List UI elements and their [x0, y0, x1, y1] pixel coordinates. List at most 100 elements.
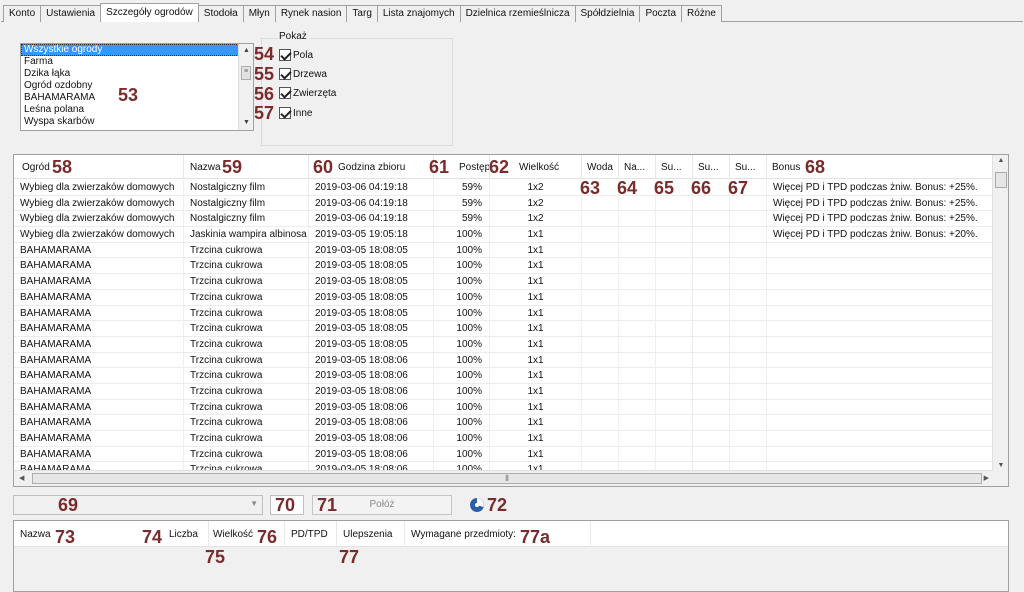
table-row[interactable]: BAHAMARAMA Trzcina cukrowa 2019-03-05 18:0… [14, 431, 994, 447]
column-header-required-items[interactable]: Wymagane przedmioty: [405, 521, 591, 547]
table-row[interactable]: BAHAMARAMA Trzcina cukrowa 2019-03-05 18:0… [14, 383, 994, 400]
table-row[interactable]: BAHAMARAMA Trzcina cukrowa 2019-03-05 18:0… [14, 352, 994, 369]
item-select-combobox[interactable]: ▼ [13, 495, 263, 515]
required-items-table[interactable]: Nazwa Liczba Wielkość PD/TPD Ulepszenia … [13, 520, 1009, 592]
tab-item[interactable]: Konto [3, 5, 42, 22]
table-cell [767, 431, 994, 446]
table-cell [730, 368, 767, 384]
scroll-down-icon[interactable]: ▼ [993, 462, 1008, 469]
table-cell: 1x1 [490, 227, 582, 243]
table-cell: 100% [434, 242, 490, 258]
scroll-right-icon[interactable]: ▶ [984, 474, 989, 482]
column-header-su-2[interactable]: Su... [693, 155, 730, 179]
show-trees-checkbox[interactable]: Drzewa [279, 67, 327, 81]
garden-list-item[interactable]: Leśna polana [21, 104, 239, 116]
scroll-thumb[interactable]: ≡ [241, 66, 251, 80]
garden-list-item[interactable]: Dzika łąka [21, 68, 239, 80]
chevron-down-icon[interactable]: ▼ [250, 499, 258, 508]
table-row[interactable]: BAHAMARAMA Trzcina cukrowa 2019-03-05 18:0… [14, 242, 994, 259]
annotation-63: 63 [580, 178, 601, 198]
table-row[interactable]: BAHAMARAMA Trzcina cukrowa 2019-03-05 18:0… [14, 415, 994, 431]
show-other-checkbox[interactable]: Inne [279, 106, 312, 120]
scroll-down-icon[interactable]: ▼ [239, 116, 253, 130]
tab-item[interactable]: Lista znajomych [376, 5, 461, 22]
table-cell: Więcej PD i TPD podczas żniw. Bonus: +25… [767, 211, 994, 227]
column-header-xp[interactable]: PD/TPD [285, 521, 337, 547]
table-row[interactable]: BAHAMARAMA Trzcina cukrowa 2019-03-05 18:0… [14, 289, 994, 306]
annotation-69: 69 [58, 495, 79, 515]
garden-list-item[interactable]: Farma [21, 56, 239, 68]
table-vertical-scrollbar[interactable]: ▲ ▼ [992, 155, 1008, 471]
checkbox-checked-icon[interactable] [279, 49, 291, 61]
table-row[interactable]: BAHAMARAMA Trzcina cukrowa 2019-03-05 18:0… [14, 258, 994, 275]
table-cell: 2019-03-06 04:19:18 [309, 195, 434, 211]
table-body: Wybieg dla zwierzaków domowych Nostalgicz… [14, 180, 994, 470]
checkbox-checked-icon[interactable] [279, 87, 291, 99]
garden-details-table[interactable]: Ogród Nazwa Godzina zbioru Postęp Wielkość Wo… [13, 154, 1009, 487]
table-cell [693, 211, 730, 227]
garden-list-item[interactable]: Wszystkie ogrody [21, 44, 239, 56]
table-cell: 2019-03-05 18:08:06 [309, 399, 434, 415]
table-cell: Wybieg dla zwierzaków domowych [14, 211, 184, 227]
column-header-na[interactable]: Na... [619, 155, 656, 179]
column-header-water[interactable]: Woda [582, 155, 619, 179]
table-cell: Trzcina cukrowa [184, 431, 309, 446]
tab-item[interactable]: Młyn [242, 5, 276, 22]
garden-list-scrollbar[interactable]: ▲ ≡ ▼ [238, 44, 253, 130]
tab-item[interactable]: Szczegóły ogrodów [100, 3, 199, 22]
tab-item[interactable]: Ustawienia [40, 5, 102, 22]
tab-item[interactable]: Poczta [639, 5, 683, 22]
show-animals-checkbox[interactable]: Zwierzęta [279, 86, 336, 100]
tab-item[interactable]: Rynek nasion [274, 5, 348, 22]
tab-item[interactable]: Różne [681, 5, 722, 22]
tab-item[interactable]: Targ [346, 5, 378, 22]
table-row[interactable]: BAHAMARAMA Trzcina cukrowa 2019-03-05 18:0… [14, 321, 994, 337]
table-row[interactable]: BAHAMARAMA Trzcina cukrowa 2019-03-05 18:0… [14, 336, 994, 353]
table-row[interactable]: Wybieg dla zwierzaków domowych Nostalgicz… [14, 195, 994, 212]
table-cell: Trzcina cukrowa [184, 462, 309, 470]
table-cell: 2019-03-06 04:19:18 [309, 180, 434, 195]
table-cell: 1x1 [490, 289, 582, 305]
garden-list-item[interactable]: Wyspa skarbów [21, 116, 239, 128]
table-cell: Trzcina cukrowa [184, 258, 309, 274]
table-horizontal-scrollbar[interactable]: ◀ ⦀ ▶ [14, 470, 994, 486]
column-header-garden[interactable]: Ogród [14, 155, 184, 179]
table-cell [730, 462, 767, 470]
column-header-name[interactable]: Nazwa [184, 155, 309, 179]
table-cell [619, 368, 656, 384]
scroll-thumb[interactable] [995, 172, 1007, 188]
column-header-count[interactable]: Liczba [162, 521, 209, 547]
checkbox-checked-icon[interactable] [279, 107, 291, 119]
column-header-upgrades[interactable]: Ulepszenia [337, 521, 405, 547]
tab-item[interactable]: Stodoła [197, 5, 244, 22]
table-cell: 2019-03-05 18:08:05 [309, 321, 434, 337]
table-row[interactable]: BAHAMARAMA Trzcina cukrowa 2019-03-05 18:0… [14, 462, 994, 470]
table-row[interactable]: BAHAMARAMA Trzcina cukrowa 2019-03-05 18:0… [14, 446, 994, 463]
table-cell [582, 336, 619, 352]
scroll-up-icon[interactable]: ▲ [993, 157, 1008, 164]
table-cell [767, 274, 994, 290]
table-row[interactable]: BAHAMARAMA Trzcina cukrowa 2019-03-05 18:0… [14, 274, 994, 290]
table-row[interactable]: Wybieg dla zwierzaków domowych Nostalgicz… [14, 211, 994, 228]
show-trees-label: Drzewa [293, 68, 327, 80]
table-cell [656, 446, 693, 462]
table-row[interactable]: BAHAMARAMA Trzcina cukrowa 2019-03-05 18:0… [14, 368, 994, 384]
column-header-su-3[interactable]: Su... [730, 155, 767, 179]
scroll-left-icon[interactable]: ◀ [19, 474, 24, 482]
table-cell: 2019-03-05 18:08:05 [309, 289, 434, 305]
column-header-su-1[interactable]: Su... [656, 155, 693, 179]
table-row[interactable]: Wybieg dla zwierzaków domowych Jaskinia w… [14, 227, 994, 243]
table-cell [656, 336, 693, 352]
scroll-up-icon[interactable]: ▲ [239, 44, 253, 58]
tab-item[interactable]: Spółdzielnia [574, 5, 641, 22]
show-fields-checkbox[interactable]: Pola [279, 48, 313, 62]
tab-item[interactable]: Dzielnica rzemieślnicza [459, 5, 576, 22]
table-row[interactable]: BAHAMARAMA Trzcina cukrowa 2019-03-05 18:0… [14, 399, 994, 416]
checkbox-checked-icon[interactable] [279, 68, 291, 80]
table-cell [582, 431, 619, 446]
table-row[interactable]: BAHAMARAMA Trzcina cukrowa 2019-03-05 18:0… [14, 305, 994, 322]
scroll-thumb[interactable]: ⦀ [32, 473, 982, 484]
table-row[interactable]: Wybieg dla zwierzaków domowych Nostalgicz… [14, 180, 994, 196]
column-header-bonus[interactable]: Bonus [767, 155, 994, 179]
table-cell: 1x2 [490, 211, 582, 227]
